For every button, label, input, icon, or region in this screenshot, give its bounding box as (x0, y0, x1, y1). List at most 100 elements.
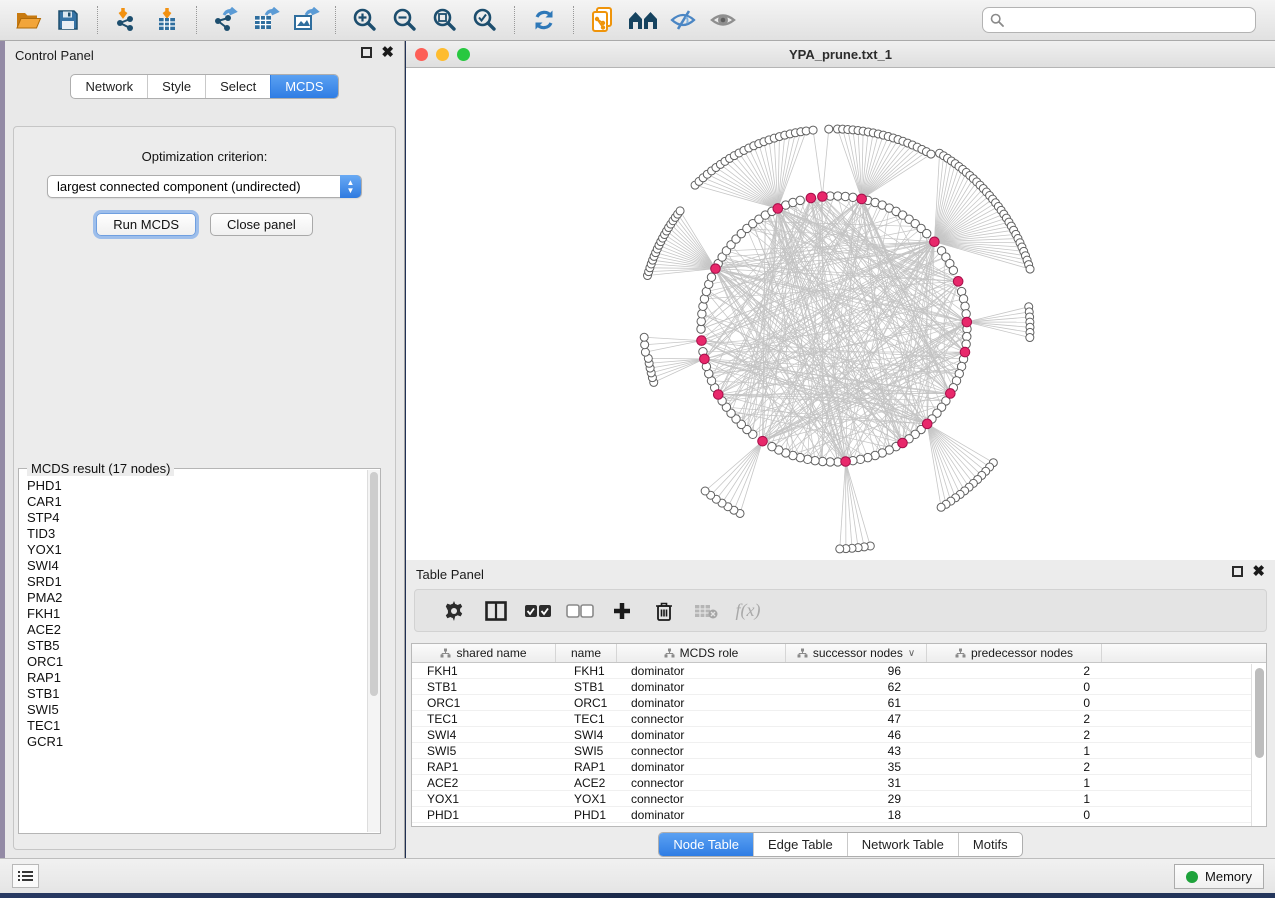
mcds-result-item[interactable]: TID3 (27, 526, 367, 542)
network-from-selection-button[interactable] (583, 2, 623, 38)
network-svg[interactable] (406, 68, 1275, 559)
task-history-button[interactable] (12, 864, 39, 888)
minimize-window-icon[interactable] (436, 48, 449, 61)
table-row[interactable]: ACE2ACE2connector311 (412, 775, 1266, 791)
table-cell[interactable]: PHD1 (556, 807, 617, 822)
refresh-layout-button[interactable] (524, 2, 564, 38)
table-row[interactable]: PHD1PHD1dominator180 (412, 807, 1266, 823)
hide-selected-button[interactable] (663, 2, 703, 38)
table-cell[interactable]: 35 (786, 759, 927, 774)
mcds-result-item[interactable]: SRD1 (27, 574, 367, 590)
table-cell[interactable]: ACE2 (556, 775, 617, 790)
mcds-result-item[interactable]: GCR1 (27, 734, 367, 750)
tab-mcds[interactable]: MCDS (270, 75, 337, 98)
table-cell[interactable]: YOX1 (412, 791, 556, 806)
tab-select[interactable]: Select (205, 75, 270, 98)
table-row[interactable]: ORC1ORC1dominator610 (412, 695, 1266, 711)
table-cell[interactable]: SWI4 (556, 727, 617, 742)
column-header-MCDS-role[interactable]: MCDS role (617, 644, 786, 662)
delete-column-button[interactable] (643, 601, 685, 621)
float-panel-icon[interactable] (361, 47, 372, 58)
mcds-result-item[interactable]: ORC1 (27, 654, 367, 670)
table-cell[interactable]: 18 (786, 807, 927, 822)
tab-motifs[interactable]: Motifs (958, 833, 1022, 856)
search-field[interactable] (982, 7, 1256, 33)
network-window-titlebar[interactable]: YPA_prune.txt_1 (406, 41, 1275, 68)
mcds-result-item[interactable]: STB5 (27, 638, 367, 654)
table-cell[interactable]: ORC1 (556, 695, 617, 710)
table-cell[interactable]: FKH1 (556, 663, 617, 678)
table-cell[interactable]: ORC1 (412, 695, 556, 710)
show-all-button[interactable] (703, 2, 743, 38)
table-cell[interactable]: YOX1 (556, 791, 617, 806)
tab-network-table[interactable]: Network Table (847, 833, 958, 856)
import-network-button[interactable] (107, 2, 147, 38)
zoom-in-button[interactable] (345, 2, 385, 38)
optimization-criterion-dropdown[interactable]: largest connected component (undirected)… (47, 175, 362, 198)
table-cell[interactable]: 2 (927, 711, 1102, 726)
table-cell[interactable]: dominator (617, 679, 786, 694)
table-row[interactable]: SWI5SWI5connector431 (412, 743, 1266, 759)
maximize-window-icon[interactable] (457, 48, 470, 61)
close-panel-button[interactable]: Close panel (210, 213, 313, 236)
save-session-button[interactable] (48, 2, 88, 38)
zoom-out-button[interactable] (385, 2, 425, 38)
tab-node-table[interactable]: Node Table (659, 833, 753, 856)
table-cell[interactable]: dominator (617, 695, 786, 710)
mcds-result-item[interactable]: STB1 (27, 686, 367, 702)
table-cell[interactable]: ACE2 (412, 775, 556, 790)
table-cell[interactable]: 46 (786, 727, 927, 742)
mcds-result-item[interactable]: PMA2 (27, 590, 367, 606)
table-cell[interactable]: FKH1 (412, 663, 556, 678)
table-cell[interactable]: 1 (927, 775, 1102, 790)
table-cell[interactable]: 29 (786, 791, 927, 806)
table-cell[interactable]: 62 (786, 679, 927, 694)
table-cell[interactable]: dominator (617, 727, 786, 742)
table-cell[interactable]: 0 (927, 807, 1102, 822)
mcds-result-item[interactable]: SWI5 (27, 702, 367, 718)
delete-table-button[interactable] (685, 603, 727, 619)
mcds-result-item[interactable]: PHD1 (27, 478, 367, 494)
mcds-result-item[interactable]: RAP1 (27, 670, 367, 686)
memory-button[interactable]: Memory (1174, 864, 1264, 889)
table-scrollbar[interactable] (1251, 664, 1266, 826)
table-cell[interactable]: connector (617, 711, 786, 726)
export-image-button[interactable] (286, 2, 326, 38)
table-row[interactable]: SWI4SWI4dominator462 (412, 727, 1266, 743)
tab-edge-table[interactable]: Edge Table (753, 833, 847, 856)
table-cell[interactable]: RAP1 (412, 759, 556, 774)
table-cell[interactable]: connector (617, 791, 786, 806)
table-cell[interactable]: 1 (927, 743, 1102, 758)
export-network-button[interactable] (206, 2, 246, 38)
table-cell[interactable]: TEC1 (412, 711, 556, 726)
table-cell[interactable]: RAP1 (556, 759, 617, 774)
table-row[interactable]: YOX1YOX1connector291 (412, 791, 1266, 807)
table-cell[interactable]: 0 (927, 695, 1102, 710)
close-window-icon[interactable] (415, 48, 428, 61)
column-header-predecessor-nodes[interactable]: predecessor nodes (927, 644, 1102, 662)
table-cell[interactable]: TEC1 (556, 711, 617, 726)
add-column-button[interactable] (601, 602, 643, 620)
first-neighbors-button[interactable] (623, 2, 663, 38)
table-cell[interactable]: dominator (617, 759, 786, 774)
mcds-result-item[interactable]: YOX1 (27, 542, 367, 558)
table-cell[interactable]: PHD1 (412, 807, 556, 822)
float-panel-icon[interactable] (1232, 566, 1243, 577)
tab-style[interactable]: Style (147, 75, 205, 98)
mcds-result-item[interactable]: CAR1 (27, 494, 367, 510)
table-cell[interactable]: dominator (617, 663, 786, 678)
mcds-result-item[interactable]: ACE2 (27, 622, 367, 638)
table-row[interactable]: STB1STB1dominator620 (412, 679, 1266, 695)
deselect-all-button[interactable] (559, 604, 601, 618)
column-header-name[interactable]: name (556, 644, 617, 662)
table-cell[interactable]: 31 (786, 775, 927, 790)
table-cell[interactable]: 0 (927, 679, 1102, 694)
close-panel-icon[interactable]: ✖ (381, 47, 394, 58)
tab-network[interactable]: Network (71, 75, 147, 98)
table-cell[interactable]: connector (617, 743, 786, 758)
table-cell[interactable]: 2 (927, 759, 1102, 774)
table-cell[interactable]: 47 (786, 711, 927, 726)
network-canvas[interactable] (406, 68, 1275, 559)
import-table-button[interactable] (147, 2, 187, 38)
table-cell[interactable]: SWI5 (412, 743, 556, 758)
